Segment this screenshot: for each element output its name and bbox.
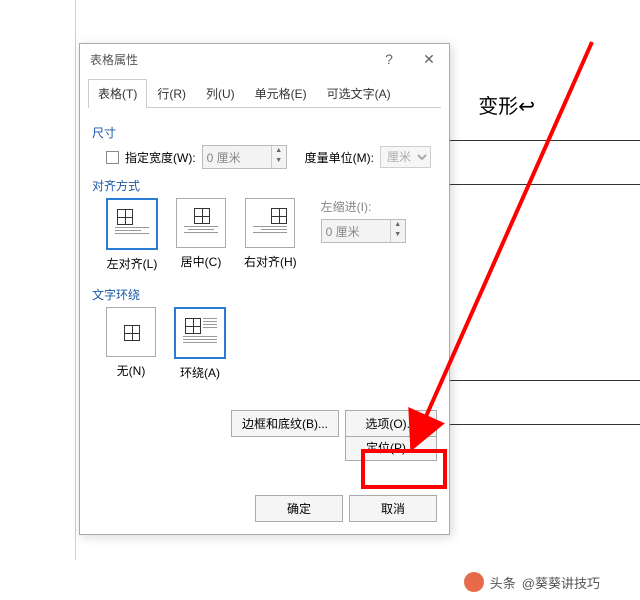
width-checkbox[interactable]: [106, 151, 119, 164]
wrap-around-label: 环绕(A): [180, 364, 220, 381]
wrap-around-option[interactable]: [174, 307, 226, 359]
wrap-header: 文字环绕: [92, 286, 437, 303]
spin-down-icon: ▼: [391, 230, 405, 240]
align-header: 对齐方式: [92, 177, 437, 194]
spin-up-icon: ▲: [391, 220, 405, 230]
unit-combo[interactable]: 厘米: [380, 146, 431, 168]
avatar-icon: [464, 572, 484, 592]
titlebar: 表格属性 ? ✕: [80, 44, 449, 74]
tab-column[interactable]: 列(U): [196, 79, 245, 107]
borders-button[interactable]: 边框和底纹(B)...: [231, 410, 339, 437]
position-button[interactable]: 定位(P)...: [345, 434, 437, 461]
tab-strip: 表格(T) 行(R) 列(U) 单元格(E) 可选文字(A): [88, 79, 441, 108]
tab-alt-text[interactable]: 可选文字(A): [317, 79, 401, 107]
wrap-none-label: 无(N): [117, 362, 146, 379]
width-input[interactable]: ▲▼: [202, 145, 287, 169]
help-button[interactable]: ?: [369, 44, 409, 74]
ok-button[interactable]: 确定: [255, 495, 343, 522]
spin-down-icon: ▼: [272, 156, 286, 166]
watermark: 头条 @葵葵讲技巧: [464, 572, 600, 592]
size-header: 尺寸: [92, 124, 437, 141]
align-center-label: 居中(C): [181, 253, 222, 270]
table-properties-dialog: 表格属性 ? ✕ 表格(T) 行(R) 列(U) 单元格(E) 可选文字(A) …: [79, 43, 450, 535]
doc-heading: 变形↩: [478, 90, 535, 119]
wrap-none-option[interactable]: [106, 307, 156, 357]
align-left-option[interactable]: [106, 198, 158, 250]
tab-panel: 尺寸 指定宽度(W): ▲▼ 度量单位(M): 厘米 对齐方式 左对齐(L): [80, 108, 449, 487]
dialog-title: 表格属性: [90, 51, 369, 68]
indent-label: 左缩进(I):: [321, 198, 406, 215]
indent-input[interactable]: ▲▼: [321, 219, 406, 243]
width-label: 指定宽度(W):: [125, 149, 196, 166]
align-left-label: 左对齐(L): [107, 255, 158, 272]
options-button[interactable]: 选项(O)...: [345, 410, 437, 437]
spin-up-icon: ▲: [272, 146, 286, 156]
align-right-label: 右对齐(H): [244, 253, 297, 270]
unit-label: 度量单位(M):: [305, 149, 374, 166]
tab-cell[interactable]: 单元格(E): [245, 79, 317, 107]
align-right-option[interactable]: [245, 198, 295, 248]
tab-table[interactable]: 表格(T): [88, 79, 147, 108]
tab-row[interactable]: 行(R): [147, 79, 196, 107]
close-button[interactable]: ✕: [409, 44, 449, 74]
align-center-option[interactable]: [176, 198, 226, 248]
cancel-button[interactable]: 取消: [349, 495, 437, 522]
dialog-footer: 确定 取消: [80, 487, 449, 534]
